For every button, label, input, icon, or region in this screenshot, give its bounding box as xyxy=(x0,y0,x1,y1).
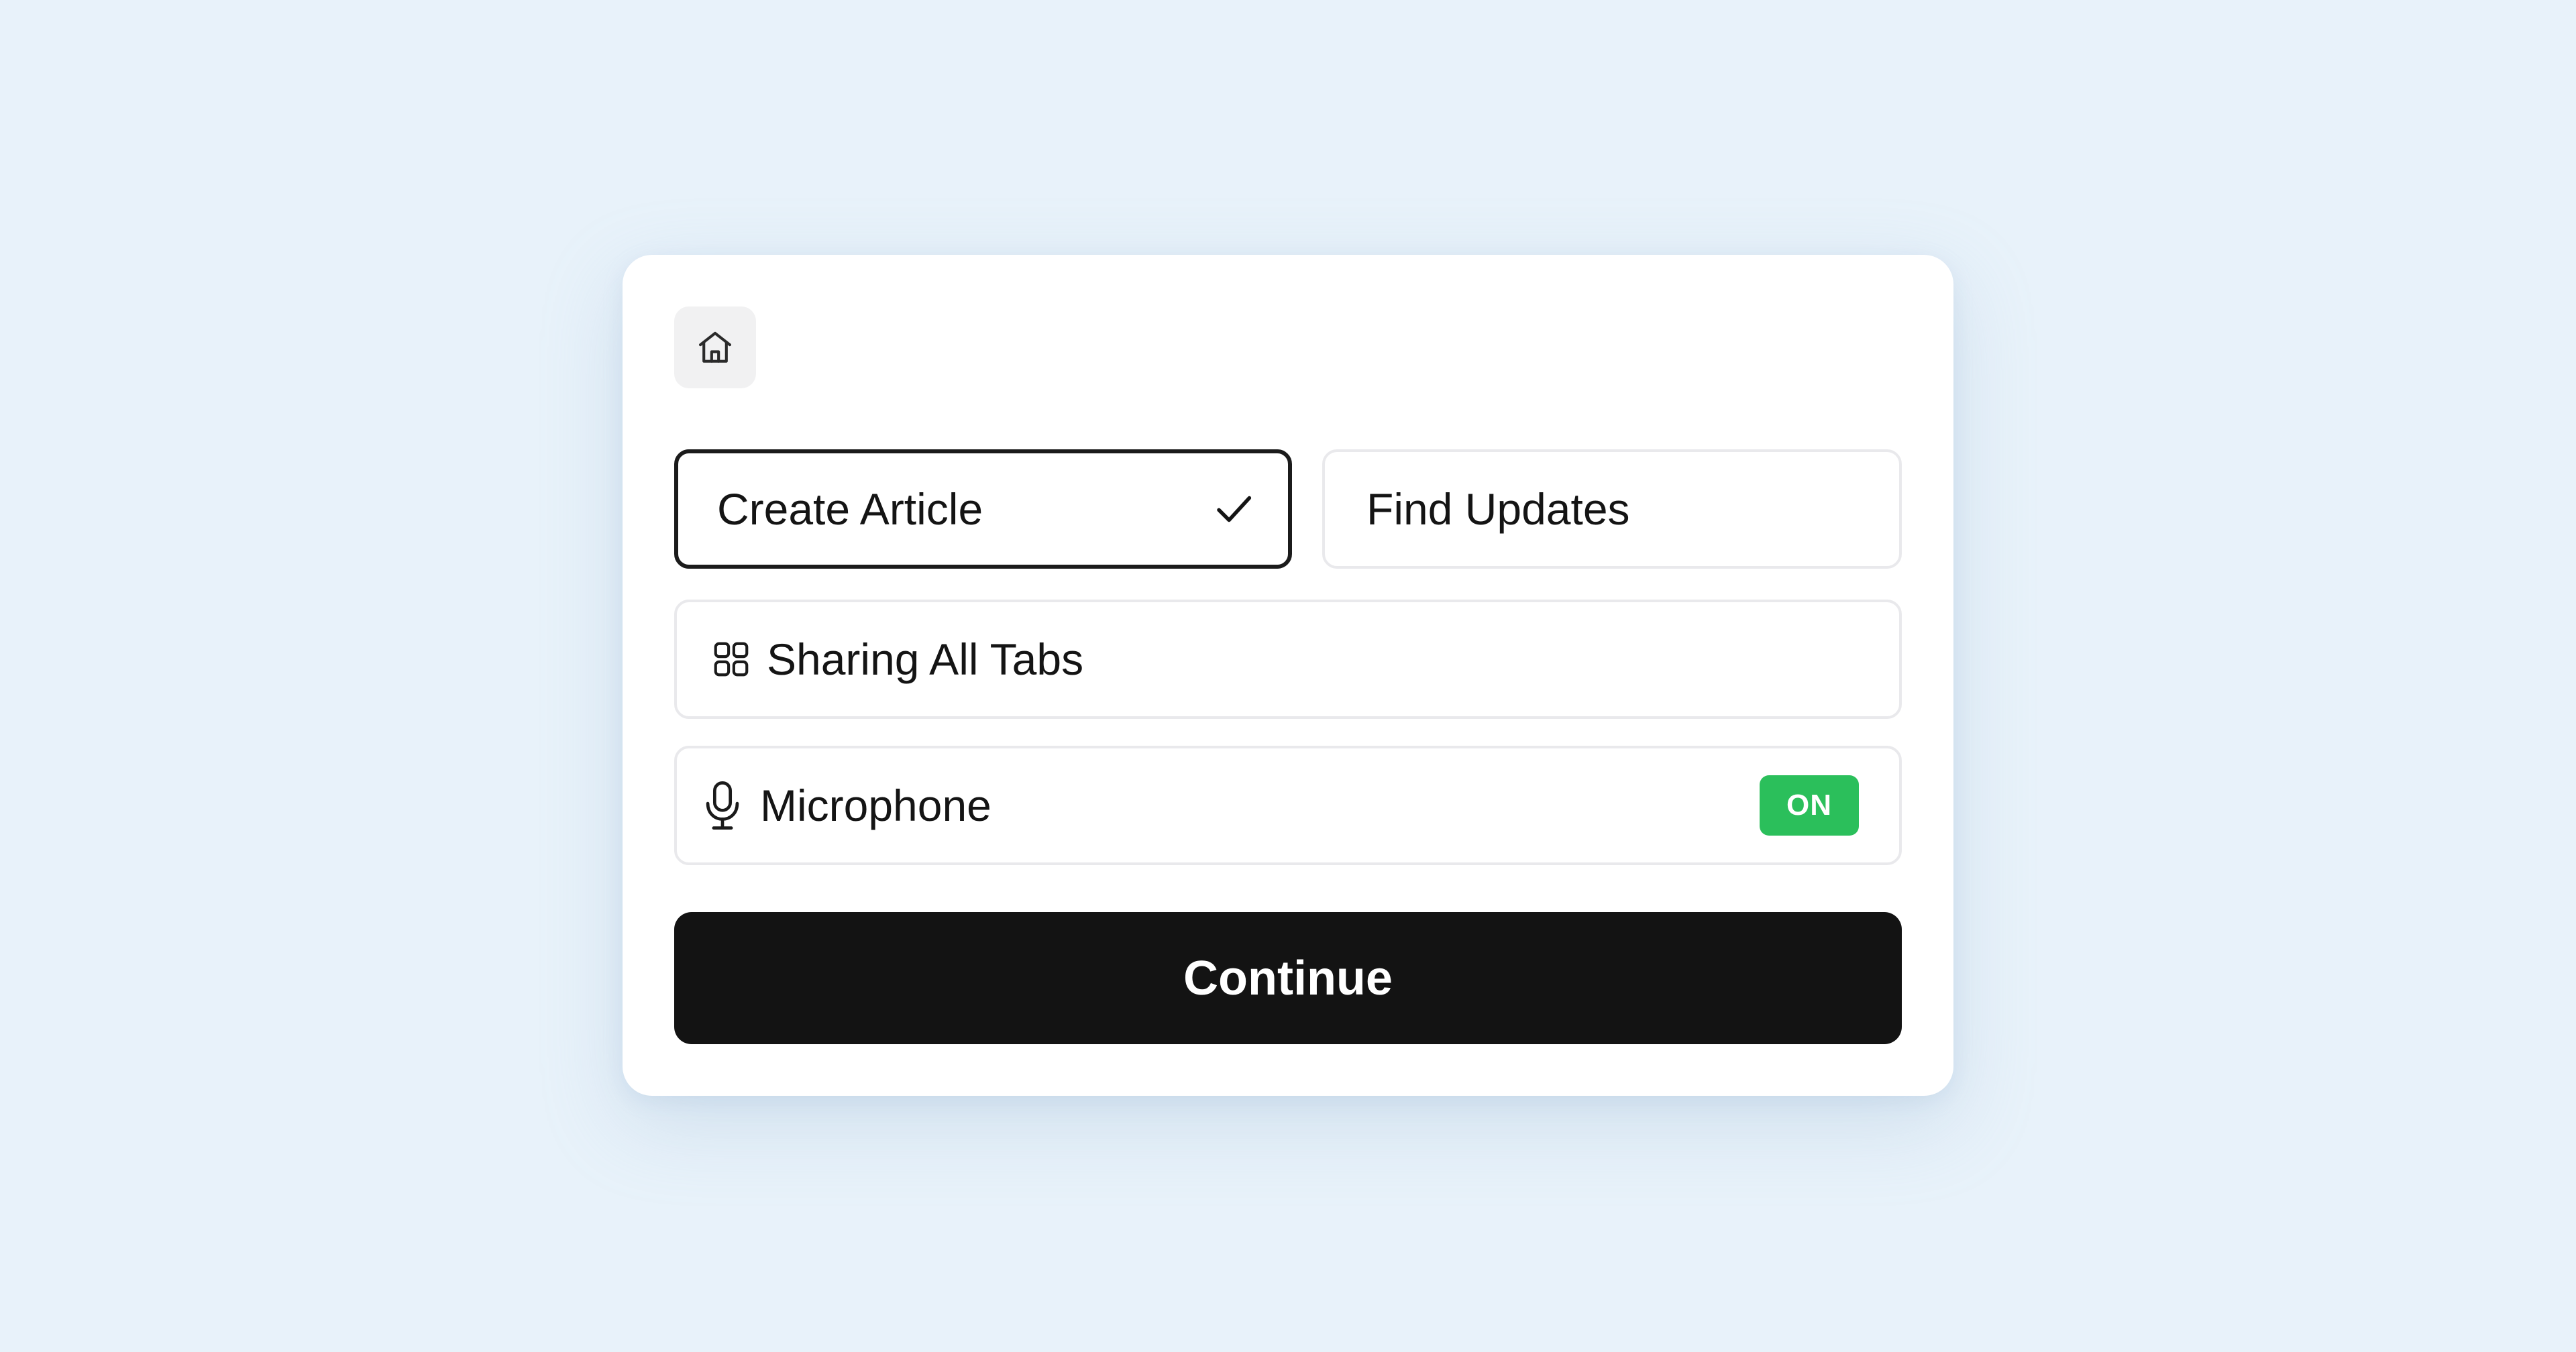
option-sharing-label: Sharing All Tabs xyxy=(767,634,1084,684)
option-find-updates[interactable]: Find Updates xyxy=(1322,449,1902,569)
continue-button[interactable]: Continue xyxy=(674,912,1902,1044)
option-create-article-label: Create Article xyxy=(717,484,983,534)
grid-icon xyxy=(714,642,749,677)
microphone-icon xyxy=(706,781,739,830)
check-icon xyxy=(1217,496,1252,522)
microphone-status-badge[interactable]: ON xyxy=(1760,775,1859,836)
option-find-updates-label: Find Updates xyxy=(1366,484,1630,534)
option-microphone[interactable]: Microphone ON xyxy=(674,746,1902,865)
dialog-card: Create Article Find Updates Sharing All … xyxy=(623,255,1953,1096)
home-button[interactable] xyxy=(674,306,756,388)
home-icon xyxy=(698,331,732,363)
option-create-article[interactable]: Create Article xyxy=(674,449,1292,569)
option-sharing-all-tabs[interactable]: Sharing All Tabs xyxy=(674,600,1902,719)
option-microphone-label: Microphone xyxy=(760,781,991,830)
